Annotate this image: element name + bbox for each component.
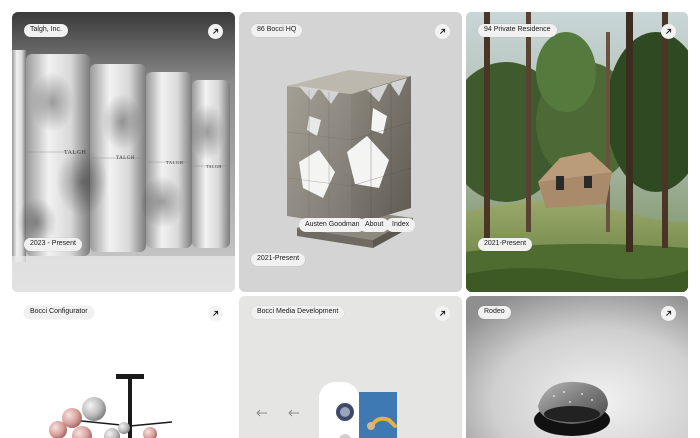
project-title: 94 Private Residence <box>478 24 557 37</box>
open-project-button[interactable] <box>661 24 676 39</box>
brand-label: TALGH <box>166 160 184 165</box>
nav-name-link[interactable]: Austen Goodman <box>299 218 366 232</box>
project-date: 2021-Present <box>251 253 306 266</box>
bocci-hq-building-image <box>239 12 462 292</box>
project-title: Rodeo <box>478 306 511 319</box>
project-title: Bocci Configurator <box>24 306 94 319</box>
arrow-up-right-icon <box>213 28 219 34</box>
brand-label: TALGH <box>64 150 87 156</box>
project-title: 86 Bocci HQ <box>251 24 303 37</box>
arrow-up-right-icon <box>440 28 446 34</box>
project-title: Talgh, Inc. <box>24 24 68 37</box>
arrow-up-right-icon <box>440 310 446 316</box>
project-card-private-residence[interactable]: 94 Private Residence 2021-Present <box>466 12 688 292</box>
project-card-talgh[interactable]: TALGH TALGH TALGH TALGH Talgh, Inc. 2023… <box>12 12 235 292</box>
open-project-button[interactable] <box>661 306 676 321</box>
project-card-rodeo[interactable]: Rodeo <box>466 296 688 438</box>
nav-about-link[interactable]: About <box>359 218 390 232</box>
open-project-button[interactable] <box>435 306 450 321</box>
open-project-button[interactable] <box>208 24 223 39</box>
project-card-bocci-media[interactable]: Bocci Media Development <box>239 296 462 438</box>
project-title: Bocci Media Development <box>251 306 345 319</box>
open-project-button[interactable] <box>435 24 450 39</box>
project-date: 2023 - Present <box>24 238 82 251</box>
brand-label: TALGH <box>206 164 222 169</box>
brand-label: TALGH <box>116 156 136 161</box>
open-project-button[interactable] <box>208 306 223 321</box>
project-card-bocci-hq[interactable]: 86 Bocci HQ 2021-Present <box>239 12 462 292</box>
arrow-up-right-icon <box>666 28 672 34</box>
project-card-bocci-configurator[interactable]: Bocci Configurator <box>12 296 235 438</box>
nav-index-link[interactable]: Index <box>386 218 416 232</box>
arrow-up-right-icon <box>213 310 219 316</box>
arrow-up-right-icon <box>666 310 672 316</box>
project-date: 2021-Present <box>478 238 533 251</box>
